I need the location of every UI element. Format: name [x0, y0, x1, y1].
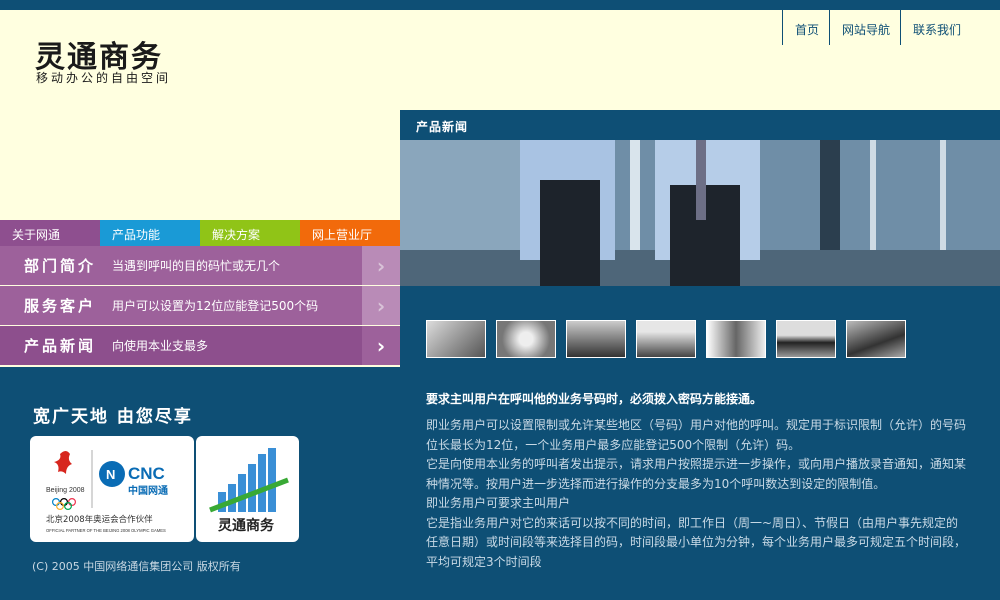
thumbnail-image[interactable]	[706, 320, 766, 358]
thumbnail-image[interactable]	[496, 320, 556, 358]
menu-item-title: 部门简介	[24, 257, 97, 275]
menu-item-department[interactable]: 部门简介 当遇到呼叫的目的码忙或无几个 ›	[0, 246, 400, 285]
svg-text:OFFICIAL PARTNER OF THE BEIJIN: OFFICIAL PARTNER OF THE BEIJING 2008 OLY…	[46, 528, 166, 533]
tab-features[interactable]: 产品功能	[100, 220, 200, 246]
svg-text:灵通商务: 灵通商务	[218, 517, 275, 534]
chevron-right-icon[interactable]: ›	[362, 246, 400, 285]
menu-item-title: 服务客户	[24, 297, 97, 315]
slogan: 宽广天地 由您尽享	[33, 407, 193, 427]
thumbnail-image[interactable]	[566, 320, 626, 358]
partner-card[interactable]: Beijing 2008 N CNC 中国网通 北京2008年奥运会合作伙伴 O…	[30, 436, 194, 542]
banner-image	[400, 140, 1000, 286]
article-paragraph: 它是向使用本业务的呼叫者发出提示，请求用户按照提示进一步操作，或向用户播放录音通…	[426, 457, 967, 491]
svg-text:中国网通: 中国网通	[128, 484, 168, 497]
side-menu: 部门简介 当遇到呼叫的目的码忙或无几个 › 服务客户 用户可以设置为12位应能登…	[0, 246, 400, 366]
left-footer-panel: 宽广天地 由您尽享 Beijing 2008 N CNC 中国网通 北京2008…	[0, 367, 400, 600]
menu-item-service[interactable]: 服务客户 用户可以设置为12位应能登记500个码 ›	[0, 286, 400, 325]
brand-card[interactable]: 灵通商务	[196, 436, 299, 542]
menu-item-news[interactable]: 产品新闻 向使用本业支最多 ›	[0, 326, 400, 365]
thumbnail-image[interactable]	[426, 320, 486, 358]
chevron-right-icon[interactable]: ›	[362, 326, 400, 365]
svg-text:N: N	[106, 467, 115, 482]
thumbnail-image[interactable]	[636, 320, 696, 358]
category-tabs: 关于网通 产品功能 解决方案 网上营业厅	[0, 220, 400, 246]
menu-item-title: 产品新闻	[24, 337, 97, 355]
article-paragraph: 即业务用户可要求主叫用户	[426, 496, 571, 510]
top-nav: 首页 网站导航 联系我们	[782, 0, 971, 45]
bar-chart-logo-icon: 灵通商务	[209, 448, 289, 534]
svg-text:北京2008年奥运会合作伙伴: 北京2008年奥运会合作伙伴	[46, 514, 153, 525]
nav-contact-link[interactable]: 联系我们	[900, 0, 971, 45]
section-title: 产品新闻	[416, 120, 469, 134]
article-body: 即业务用户可以设置限制或允许某些地区（号码）用户对他的呼叫。规定用于标识限制（允…	[426, 416, 966, 572]
nav-sitemap-link[interactable]: 网站导航	[829, 0, 900, 45]
menu-item-desc: 向使用本业支最多	[112, 339, 209, 353]
chevron-right-icon[interactable]: ›	[362, 286, 400, 325]
thumbnail-image[interactable]	[846, 320, 906, 358]
menu-item-desc: 当遇到呼叫的目的码忙或无几个	[112, 259, 281, 273]
left-blank-panel	[0, 110, 400, 220]
tab-solutions[interactable]: 解决方案	[200, 220, 300, 246]
tab-online-hall[interactable]: 网上营业厅	[300, 220, 400, 246]
thumbnail-image[interactable]	[776, 320, 836, 358]
article-paragraph: 即业务用户可以设置限制或允许某些地区（号码）用户对他的呼叫。规定用于标识限制（允…	[426, 418, 967, 452]
svg-text:CNC: CNC	[128, 464, 165, 483]
logo-subtitle: 移动办公的自由空间	[36, 71, 172, 85]
article-paragraph: 它是指业务用户对它的来话可以按不同的时间，即工作日（周一~周日）、节假日（由用户…	[426, 515, 967, 569]
svg-text:Beijing 2008: Beijing 2008	[46, 487, 85, 494]
copyright-text: (C) 2005 中国网络通信集团公司 版权所有	[32, 560, 241, 573]
olympic-partner-logo: Beijing 2008 N CNC 中国网通 北京2008年奥运会合作伙伴 O…	[46, 450, 168, 533]
nav-home-link[interactable]: 首页	[782, 0, 829, 45]
businessmen-banner-image	[400, 140, 1000, 286]
tab-about[interactable]: 关于网通	[0, 220, 100, 246]
article-title: 要求主叫用户在呼叫他的业务号码时，必须拨入密码方能接通。	[426, 392, 763, 406]
news-section: 产品新闻 要求主叫用户在呼叫他的业务号码时，必须拨入密码方能接通。 即业务用户可…	[400, 110, 1000, 600]
thumbnail-strip	[426, 320, 916, 358]
menu-item-desc: 用户可以设置为12位应能登记500个码	[112, 299, 319, 313]
